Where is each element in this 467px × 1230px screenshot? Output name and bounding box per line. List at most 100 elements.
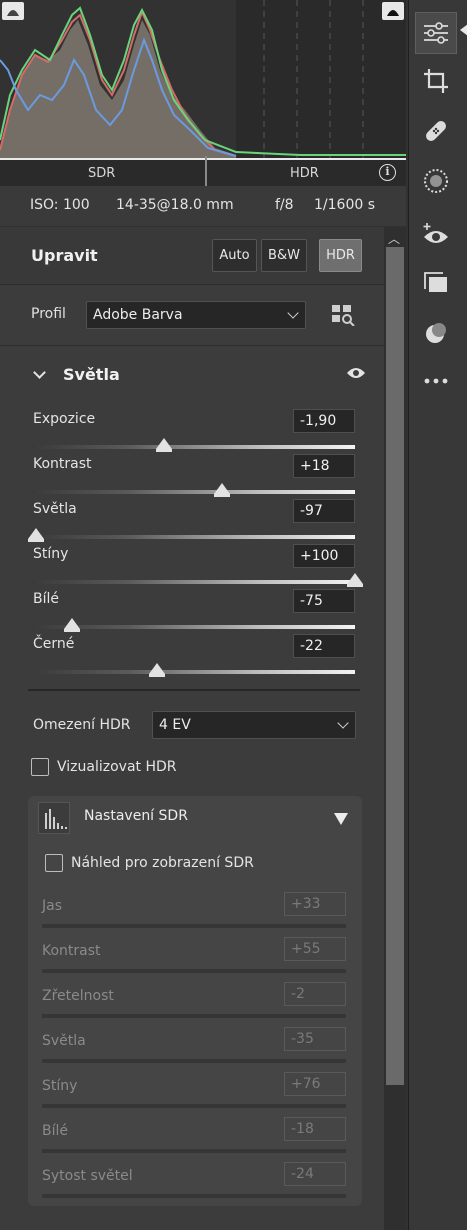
slider-thumb[interactable] — [347, 573, 363, 587]
slider-value-field[interactable]: -75 — [293, 589, 355, 613]
profile-value: Adobe Barva — [93, 307, 183, 323]
blend-icon[interactable] — [415, 312, 457, 354]
slider-value-field[interactable]: +18 — [293, 454, 355, 478]
mask-icon[interactable] — [415, 160, 457, 202]
visualize-hdr-label: Vizualizovat HDR — [57, 759, 177, 775]
sdr-slider-2: Zřetelnost -2 — [42, 982, 346, 1024]
slider-label: Černé — [33, 636, 75, 652]
tool-strip — [408, 0, 467, 1230]
slider-1[interactable]: Kontrast +18 — [31, 454, 355, 497]
histogram-labels: SDR HDR i — [0, 156, 406, 186]
slider-thumb[interactable] — [214, 483, 231, 497]
sdr-slider-label: Světla — [42, 1033, 86, 1049]
sdr-slider-6: Sytost světel -24 — [42, 1162, 346, 1204]
info-icon[interactable]: i — [379, 164, 396, 181]
slider-3[interactable]: Stíny +100 — [31, 544, 363, 587]
sdr-slider-label: Kontrast — [42, 943, 101, 959]
sdr-preview-row[interactable]: Náhled pro zobrazení SDR — [45, 854, 254, 872]
profile-browser-icon[interactable] — [331, 304, 355, 326]
sdr-preview-label: Náhled pro zobrazení SDR — [71, 855, 254, 871]
heal-icon[interactable] — [415, 110, 457, 152]
sdr-slider-0: Jas +33 — [42, 892, 346, 934]
slider-track[interactable] — [31, 445, 355, 449]
eye-icon[interactable] — [346, 366, 366, 380]
crop-icon[interactable] — [415, 60, 457, 102]
slider-2[interactable]: Světla -97 — [27, 499, 355, 542]
bw-button[interactable]: B&W — [261, 239, 307, 272]
slider-label: Bílé — [33, 591, 59, 607]
slider-label: Kontrast — [33, 456, 92, 472]
auto-button[interactable]: Auto — [212, 239, 257, 272]
aperture-value: f/8 — [275, 197, 294, 213]
slider-5[interactable]: Černé -22 — [31, 634, 355, 677]
shutter-value: 1/1600 s — [314, 197, 375, 213]
slider-value-field[interactable]: -22 — [293, 634, 355, 658]
sdr-slider-value: +55 — [284, 937, 346, 961]
panel-scrollbar[interactable]: ︿ — [384, 227, 406, 1230]
profile-label: Profil — [31, 306, 66, 322]
chevron-down-icon[interactable] — [33, 366, 46, 379]
presets-icon[interactable] — [415, 262, 457, 304]
slider-thumb[interactable] — [27, 528, 44, 542]
sdr-slider-value: +33 — [284, 892, 346, 916]
slider-track[interactable] — [31, 670, 355, 674]
visualize-hdr-row[interactable]: Vizualizovat HDR — [31, 758, 177, 776]
section-divider — [28, 689, 360, 691]
more-icon[interactable] — [415, 360, 457, 402]
sdr-slider-track — [42, 924, 346, 928]
scroll-up-icon[interactable]: ︿ — [388, 230, 400, 247]
slider-value-field[interactable]: -1,90 — [293, 409, 355, 433]
sdr-slider-track — [42, 1014, 346, 1018]
collapse-triangle-icon[interactable] — [334, 813, 348, 825]
sdr-slider-1: Kontrast +55 — [42, 937, 346, 979]
profile-select[interactable]: Adobe Barva — [86, 301, 306, 329]
redeye-icon[interactable] — [415, 214, 457, 256]
sdr-slider-track — [42, 969, 346, 973]
slider-thumb[interactable] — [63, 618, 80, 632]
sliders-icon[interactable] — [415, 12, 457, 54]
edit-header: Upravit Auto B&W HDR — [0, 227, 384, 285]
sdr-preview-checkbox[interactable] — [45, 854, 63, 872]
slider-track[interactable] — [31, 535, 355, 539]
light-section-title[interactable]: Světla — [63, 365, 120, 384]
histogram-graph — [0, 0, 406, 160]
slider-thumb[interactable] — [155, 438, 172, 452]
chevron-down-icon — [337, 717, 349, 729]
visualize-hdr-checkbox[interactable] — [31, 758, 49, 776]
sdr-label: SDR — [88, 166, 116, 181]
lens-value: 14-35@18.0 mm — [116, 197, 234, 213]
sdr-slider-3: Světla -35 — [42, 1027, 346, 1069]
slider-label: Světla — [33, 501, 77, 517]
hdr-limit-select[interactable]: 4 EV — [152, 711, 356, 739]
slider-track[interactable] — [31, 490, 355, 494]
slider-thumb[interactable] — [149, 663, 166, 677]
edit-title: Upravit — [31, 246, 98, 265]
sdr-slider-track — [42, 1194, 346, 1198]
hdr-button[interactable]: HDR — [319, 239, 362, 272]
sdr-slider-value: -35 — [284, 1027, 346, 1051]
sdr-slider-value: +76 — [284, 1072, 346, 1096]
active-tool-pointer-icon — [460, 24, 467, 36]
sdr-histogram-icon — [38, 802, 70, 834]
slider-label: Expozice — [33, 411, 96, 427]
exif-info-bar: ISO: 100 14-35@18.0 mm f/8 1/1600 s — [0, 186, 406, 226]
sdr-slider-4: Stíny +76 — [42, 1072, 346, 1114]
slider-value-field[interactable]: -97 — [293, 499, 355, 523]
slider-track[interactable] — [31, 580, 355, 584]
sdr-slider-value: -18 — [284, 1117, 346, 1141]
histogram: SDR HDR i — [0, 0, 406, 186]
scrollbar-thumb[interactable] — [386, 247, 404, 1085]
chevron-down-icon — [287, 307, 299, 319]
sdr-slider-value: -24 — [284, 1162, 346, 1186]
slider-4[interactable]: Bílé -75 — [31, 589, 355, 632]
iso-value: ISO: 100 — [30, 197, 90, 213]
sdr-slider-track — [42, 1149, 346, 1153]
slider-track[interactable] — [31, 625, 355, 629]
sdr-slider-track — [42, 1104, 346, 1108]
slider-0[interactable]: Expozice -1,90 — [31, 409, 355, 452]
edit-panel: Upravit Auto B&W HDR Profil Adobe Barva … — [0, 227, 384, 1230]
hdr-limit-label: Omezení HDR — [33, 717, 131, 733]
profile-row: Profil Adobe Barva — [0, 286, 384, 346]
sdr-settings-title: Nastavení SDR — [84, 808, 188, 824]
slider-value-field[interactable]: +100 — [293, 544, 355, 568]
